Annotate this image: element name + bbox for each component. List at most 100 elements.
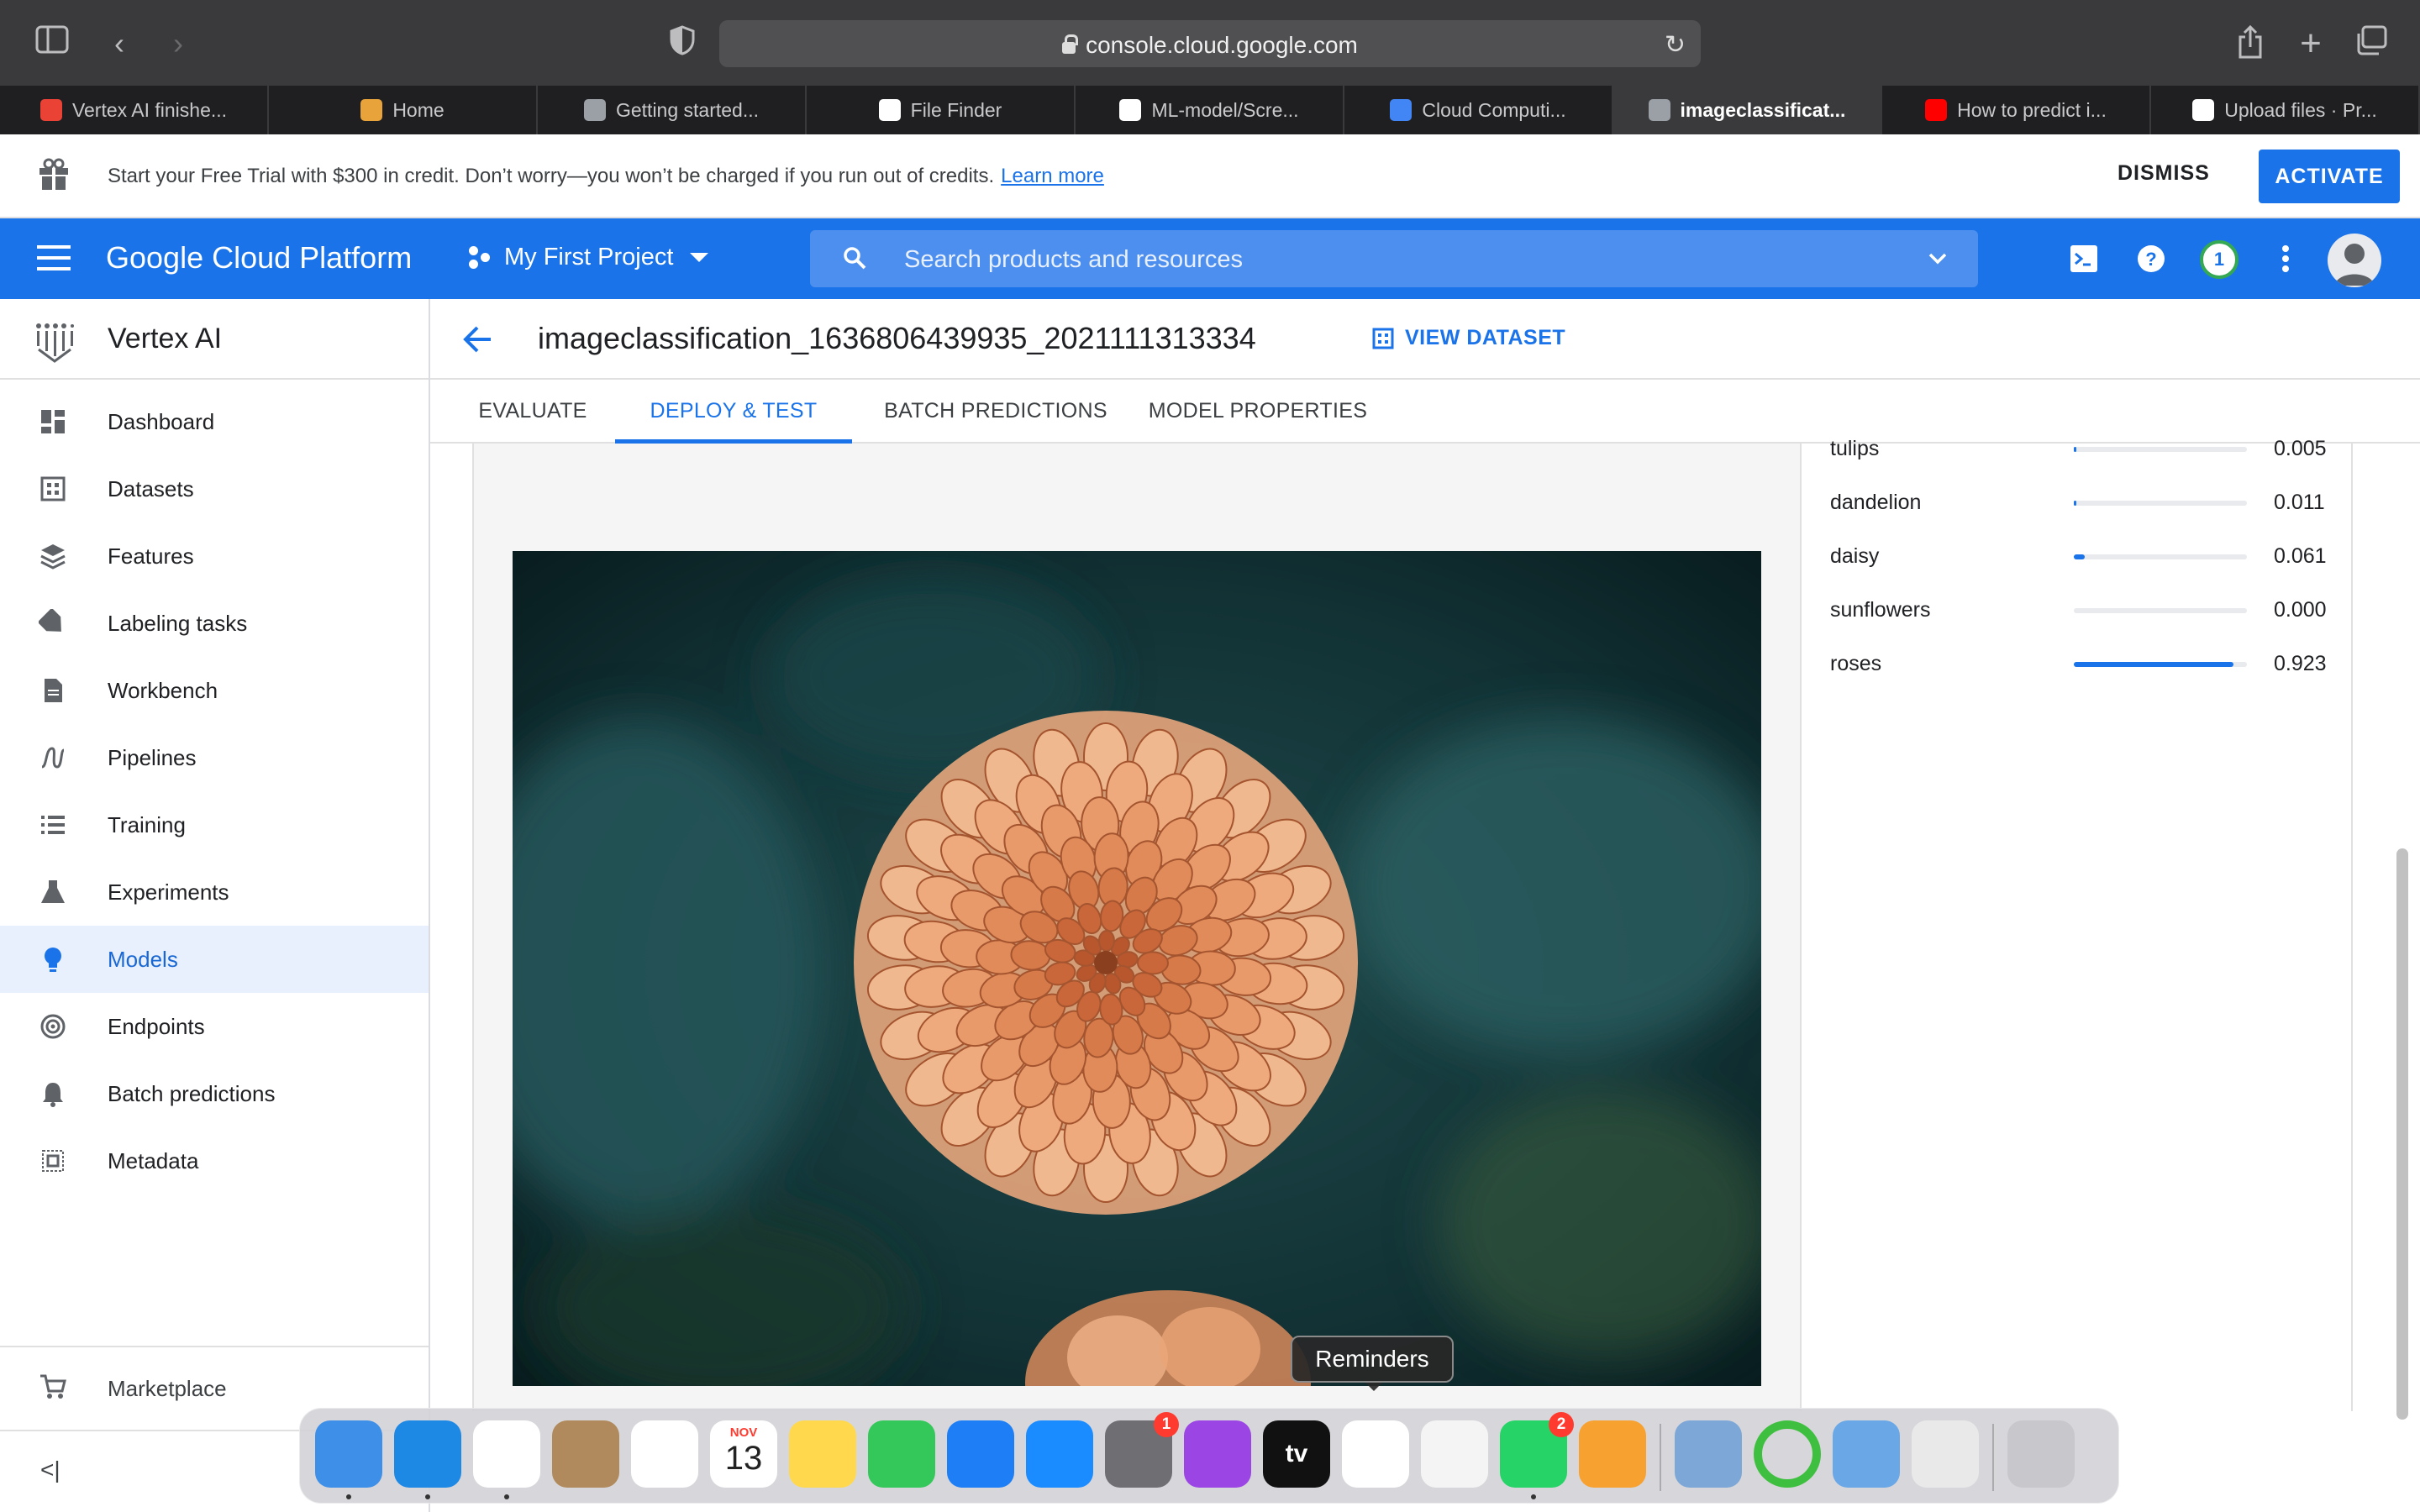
banner-message: Start your Free Trial with $300 in credi… bbox=[108, 165, 995, 187]
search-bar[interactable]: Search products and resources bbox=[810, 230, 1978, 287]
browser-tab[interactable]: Vertex AI finishe... bbox=[0, 86, 269, 134]
sidebar-item-pipelines[interactable]: Pipelines bbox=[0, 724, 429, 791]
textedit-icon[interactable] bbox=[1421, 1420, 1488, 1488]
more-vert-icon[interactable] bbox=[2267, 240, 2304, 277]
page-title: imageclassification_1636806439935_202111… bbox=[538, 321, 1256, 355]
browser-tab-label: Getting started... bbox=[615, 98, 760, 121]
sidebar-item-experiments[interactable]: Experiments bbox=[0, 858, 429, 926]
project-selector[interactable]: My First Project bbox=[469, 244, 709, 271]
apple-tv-icon[interactable]: tv bbox=[1263, 1420, 1330, 1488]
photos-icon[interactable] bbox=[631, 1420, 698, 1488]
confidence-bar-fill bbox=[2074, 447, 2076, 452]
sidebar-item-label: Training bbox=[108, 811, 186, 837]
sidebar-item-label: Workbench bbox=[108, 677, 218, 703]
sidebar-item-endpoints[interactable]: Endpoints bbox=[0, 993, 429, 1060]
sidebar-item-workbench[interactable]: Workbench bbox=[0, 657, 429, 724]
browser-tab[interactable]: File Finder bbox=[807, 86, 1076, 134]
finder-alt-icon[interactable] bbox=[1833, 1420, 1900, 1488]
browser-tab-label: Cloud Computi... bbox=[1422, 98, 1566, 121]
keynote-icon[interactable] bbox=[947, 1420, 1014, 1488]
brand-logo[interactable]: Google Cloud Platform bbox=[106, 240, 412, 276]
app-store-icon[interactable] bbox=[1026, 1420, 1093, 1488]
sidebar-item-labeling-tasks[interactable]: Labeling tasks bbox=[0, 590, 429, 657]
address-bar[interactable]: console.cloud.google.com ↻ bbox=[719, 20, 1701, 67]
tab-model-properties[interactable]: MODEL PROPERTIES bbox=[1139, 380, 1376, 444]
scrollbar[interactable] bbox=[2396, 848, 2408, 1420]
help-icon[interactable]: ? bbox=[2133, 240, 2170, 277]
forward-icon[interactable]: › bbox=[160, 25, 197, 62]
podcasts-icon[interactable] bbox=[1184, 1420, 1251, 1488]
browser-tab[interactable]: Cloud Computi... bbox=[1344, 86, 1613, 134]
browser-tab[interactable]: Home bbox=[269, 86, 538, 134]
contacts-icon[interactable] bbox=[552, 1420, 619, 1488]
browser-tab[interactable]: Getting started... bbox=[538, 86, 807, 134]
preview-icon[interactable] bbox=[1675, 1420, 1742, 1488]
search-placeholder: Search products and resources bbox=[904, 246, 1243, 273]
chrome-icon[interactable] bbox=[473, 1420, 540, 1488]
browser-tab[interactable]: ML-model/Scre... bbox=[1076, 86, 1344, 134]
sidebar-item-training[interactable]: Training bbox=[0, 791, 429, 858]
sidebar-item-label: Features bbox=[108, 543, 194, 569]
tab-overview-icon[interactable] bbox=[2353, 25, 2390, 62]
browser-tab-label: File Finder bbox=[910, 98, 1002, 121]
tab-evaluate[interactable]: EVALUATE bbox=[471, 380, 595, 444]
sidebar-item-dashboard[interactable]: Dashboard bbox=[0, 388, 429, 455]
sidebar-item-metadata[interactable]: Metadata bbox=[0, 1127, 429, 1194]
reminders-icon[interactable] bbox=[1342, 1420, 1409, 1488]
safari-icon[interactable] bbox=[394, 1420, 461, 1488]
pages-icon[interactable] bbox=[1579, 1420, 1646, 1488]
dismiss-button[interactable]: DISMISS bbox=[2118, 161, 2210, 186]
sidebar-toggle-icon[interactable] bbox=[34, 25, 71, 62]
menu-icon[interactable] bbox=[37, 245, 71, 272]
chevron-down-icon[interactable] bbox=[1928, 249, 1948, 269]
sidebar-item-datasets[interactable]: Datasets bbox=[0, 455, 429, 522]
activity-ring-icon[interactable] bbox=[1754, 1420, 1821, 1488]
notification-badge: 2 bbox=[1549, 1412, 1574, 1437]
facetime-icon[interactable] bbox=[868, 1420, 935, 1488]
gift-icon bbox=[39, 158, 68, 190]
cloud-shell-icon[interactable] bbox=[2065, 240, 2102, 277]
finder-icon[interactable] bbox=[315, 1420, 382, 1488]
back-icon[interactable]: ‹ bbox=[101, 25, 138, 62]
avatar[interactable] bbox=[2328, 234, 2381, 287]
prediction-row: tulips 0.005 bbox=[1830, 433, 2334, 467]
share-icon[interactable] bbox=[2232, 24, 2269, 62]
downloads-stack-icon[interactable] bbox=[1912, 1420, 1979, 1488]
calendar-icon[interactable]: NOV 13 bbox=[710, 1420, 777, 1488]
youtube-icon bbox=[1925, 99, 1948, 121]
tab-batch-predictions[interactable]: BATCH PREDICTIONS bbox=[872, 380, 1119, 444]
sidebar-item-label: Labeling tasks bbox=[108, 610, 248, 636]
activate-button[interactable]: ACTIVATE bbox=[2259, 150, 2400, 203]
gcp-hex-icon bbox=[583, 99, 606, 121]
browser-tab[interactable]: Upload files · Pr... bbox=[2151, 86, 2420, 134]
sidebar-item-features[interactable]: Features bbox=[0, 522, 429, 590]
collapse-sidebar-icon[interactable]: <| bbox=[40, 1457, 60, 1483]
trash-icon[interactable] bbox=[2007, 1420, 2075, 1488]
confidence-bar bbox=[2074, 662, 2247, 667]
free-trial-banner: Start your Free Trial with $300 in credi… bbox=[0, 134, 2420, 218]
browser-tab-label: Vertex AI finishe... bbox=[71, 98, 228, 121]
sidebar-item-models[interactable]: Models bbox=[0, 926, 429, 993]
browser-tab[interactable]: How to predict i... bbox=[1882, 86, 2151, 134]
shield-icon[interactable] bbox=[664, 25, 701, 62]
view-dataset-button[interactable]: VIEW DATASET bbox=[1371, 326, 1565, 350]
search-icon bbox=[844, 247, 866, 270]
notification-badge: 1 bbox=[1154, 1412, 1179, 1437]
gmail-icon bbox=[39, 99, 62, 121]
notes-icon[interactable] bbox=[789, 1420, 856, 1488]
tab-deploy-test[interactable]: DEPLOY & TEST bbox=[615, 380, 852, 444]
sidebar-item-batch-predictions[interactable]: Batch predictions bbox=[0, 1060, 429, 1127]
notifications-badge[interactable]: 1 bbox=[2200, 240, 2238, 279]
calendar-day: 13 bbox=[724, 1440, 763, 1477]
prediction-results-panel: tulips 0.005 dandelion 0.011 daisy 0.061 sunfl… bbox=[1802, 437, 2353, 1411]
running-indicator bbox=[425, 1494, 430, 1499]
prediction-score: 0.923 bbox=[2274, 652, 2327, 675]
box-icon bbox=[360, 99, 383, 121]
prediction-label: sunflowers bbox=[1830, 598, 1931, 622]
browser-tab[interactable]: imageclassificat... bbox=[1613, 86, 1882, 134]
back-arrow-icon[interactable] bbox=[460, 324, 494, 354]
confidence-bar-fill bbox=[2074, 501, 2076, 506]
new-tab-icon[interactable]: + bbox=[2292, 25, 2329, 62]
reload-icon[interactable]: ↻ bbox=[1665, 30, 1686, 60]
learn-more-link[interactable]: Learn more bbox=[1001, 165, 1104, 187]
